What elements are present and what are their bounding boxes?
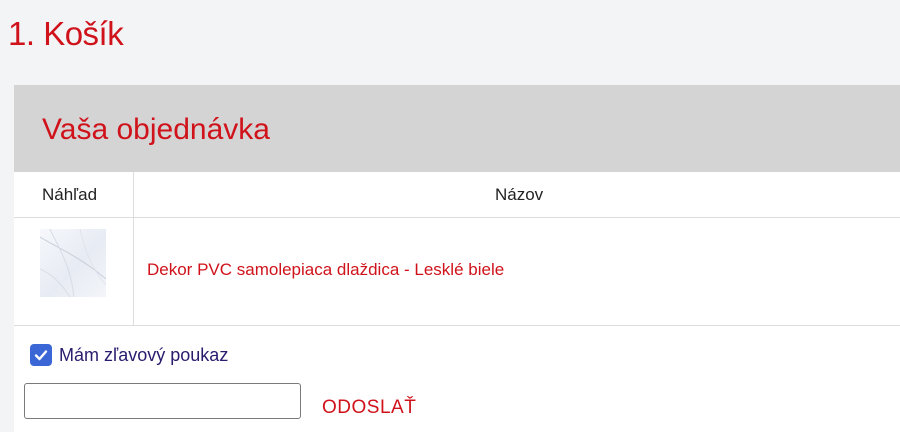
column-header-name: Názov	[495, 185, 544, 204]
product-name-link[interactable]: Dekor PVC samolepiaca dlaždica - Lesklé …	[147, 260, 504, 280]
product-thumbnail[interactable]	[40, 229, 106, 297]
marble-tile-image	[40, 229, 106, 297]
page-title: 1. Košík	[8, 15, 124, 52]
voucher-checkbox-label: Mám zľavový poukaz	[59, 344, 229, 365]
column-header-preview: Náhľad	[42, 185, 98, 204]
voucher-checkbox[interactable]	[30, 344, 52, 366]
column-divider	[133, 172, 134, 325]
order-panel: Vaša objednávka Náhľad Názov Dekor PVC s…	[14, 85, 900, 432]
order-title: Vaša objednávka	[42, 113, 270, 146]
checkmark-icon	[34, 350, 48, 361]
table-row: Dekor PVC samolepiaca dlaždica - Lesklé …	[14, 172, 900, 326]
submit-voucher-button[interactable]: ODOSLAŤ	[322, 396, 416, 420]
order-header: Vaša objednávka	[14, 85, 900, 172]
voucher-code-input[interactable]	[24, 383, 301, 419]
voucher-checkbox-row[interactable]: Mám zľavový poukaz	[30, 341, 228, 369]
table-header-row: Náhľad Názov	[14, 172, 900, 218]
